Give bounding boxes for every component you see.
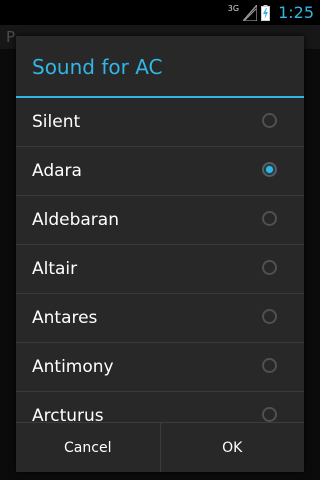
- radio-button-checked[interactable]: [262, 162, 277, 177]
- radio-button[interactable]: [262, 260, 277, 275]
- network-type-label: 3G: [227, 4, 240, 13]
- list-item-label: Altair: [32, 259, 78, 279]
- list-item-label: Antimony: [32, 357, 114, 377]
- list-item-altair[interactable]: Altair: [16, 245, 304, 294]
- battery-charging-icon: [261, 4, 271, 21]
- list-item-label: Silent: [32, 112, 81, 132]
- list-item-aldebaran[interactable]: Aldebaran: [16, 196, 304, 245]
- radio-button[interactable]: [262, 309, 277, 324]
- dialog-title: Sound for AC: [32, 55, 163, 79]
- list-item-adara[interactable]: Adara: [16, 147, 304, 196]
- clock: 1:25: [278, 3, 314, 22]
- sound-list[interactable]: Silent Adara Aldebaran Altair Antares An…: [16, 98, 304, 422]
- radio-checked-dot: [266, 166, 273, 173]
- ok-button[interactable]: OK: [161, 423, 305, 472]
- list-item-label: Antares: [32, 308, 98, 328]
- list-item-label: Aldebaran: [32, 210, 119, 230]
- list-item-antares[interactable]: Antares: [16, 294, 304, 343]
- radio-button[interactable]: [262, 407, 277, 422]
- screen: 3G 1:25 P Sound for AC Silent Adara Alde…: [0, 0, 320, 480]
- radio-button[interactable]: [262, 358, 277, 373]
- status-bar: 3G 1:25: [0, 0, 320, 25]
- list-item-silent[interactable]: Silent: [16, 98, 304, 147]
- cancel-button[interactable]: Cancel: [16, 423, 160, 472]
- dialog-header: Sound for AC: [16, 36, 304, 98]
- signal-icon: [243, 4, 258, 21]
- list-item-label: Arcturus: [32, 406, 104, 422]
- sound-picker-dialog: Sound for AC Silent Adara Aldebaran Alta…: [16, 36, 304, 472]
- status-icons: 3G 1:25: [228, 0, 314, 25]
- list-item-arcturus[interactable]: Arcturus: [16, 392, 304, 422]
- dialog-button-bar: Cancel OK: [16, 422, 304, 472]
- radio-button[interactable]: [262, 113, 277, 128]
- list-item-antimony[interactable]: Antimony: [16, 343, 304, 392]
- radio-button[interactable]: [262, 211, 277, 226]
- list-item-label: Adara: [32, 161, 82, 181]
